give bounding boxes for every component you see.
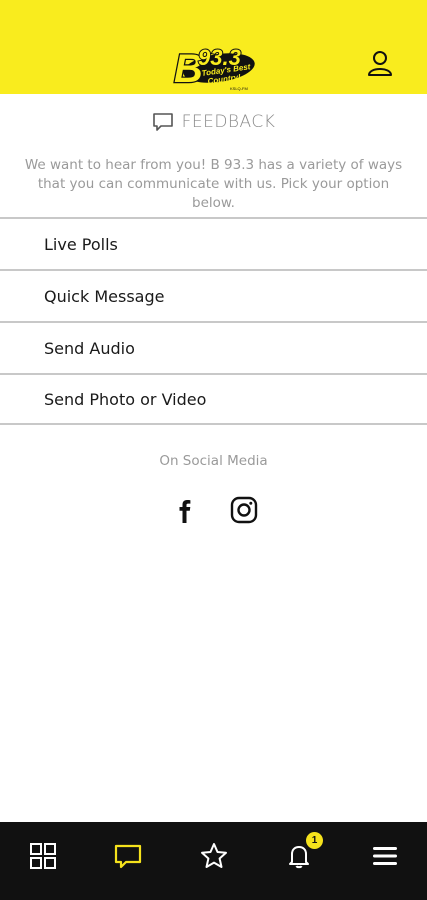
facebook-icon [179,500,191,523]
option-send-audio[interactable]: Send Audio [0,321,427,373]
social-media-row [0,492,427,528]
option-send-photo-video[interactable]: Send Photo or Video [0,373,427,425]
b933-logo-icon: B 93.3 Today's Best Country! KSLQ-FM [173,44,255,92]
instagram-button[interactable] [226,492,262,528]
facebook-button[interactable] [166,492,202,528]
star-icon [201,843,227,868]
user-icon [368,51,392,76]
intro-text: We want to hear from you! B 93.3 has a v… [24,157,403,211]
option-quick-message[interactable]: Quick Message [0,269,427,321]
account-button[interactable] [362,45,398,81]
instagram-icon [230,496,258,524]
svg-text:KSLQ-FM: KSLQ-FM [230,86,248,91]
page-title-label: FEEDBACK [181,112,276,132]
page-title: FEEDBACK [0,108,427,136]
nav-home[interactable] [23,836,63,876]
nav-menu[interactable] [365,836,405,876]
grid-icon [30,843,56,869]
hamburger-menu-icon [373,847,397,865]
bottom-navigation: 1 [0,822,427,900]
notification-badge: 1 [306,832,323,849]
chat-bubble-icon [152,113,173,131]
chat-bubble-icon [114,844,142,869]
nav-feedback[interactable] [108,836,148,876]
app-header: B 93.3 Today's Best Country! KSLQ-FM [0,0,427,94]
option-live-polls[interactable]: Live Polls [0,217,427,269]
station-logo[interactable]: B 93.3 Today's Best Country! KSLQ-FM [172,38,258,92]
feedback-options-list: Live Polls Quick Message Send Audio Send… [0,217,427,425]
nav-favorites[interactable] [194,836,234,876]
social-media-label: On Social Media [159,453,268,469]
